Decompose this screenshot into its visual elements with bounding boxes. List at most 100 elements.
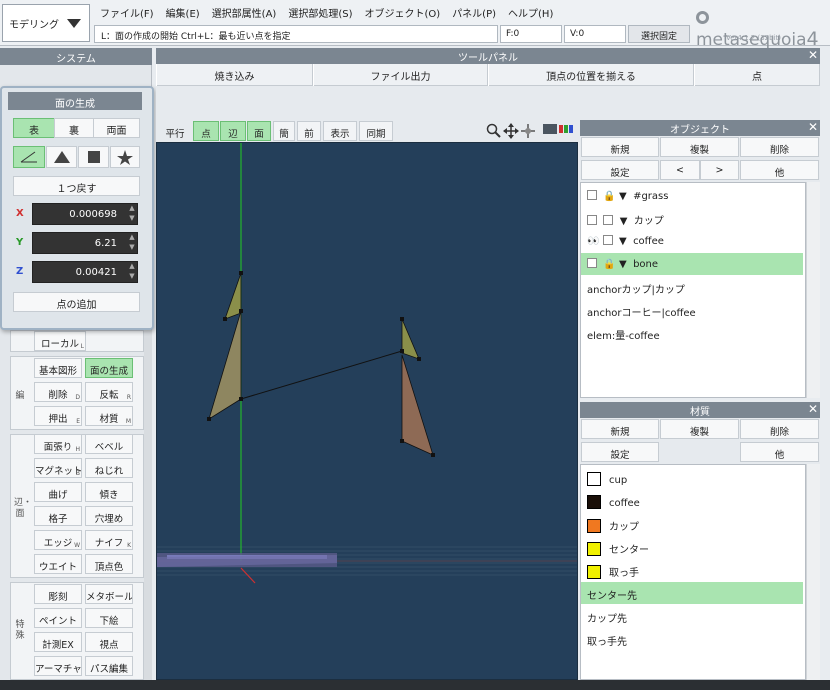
material-row[interactable]: 取っ手 <box>581 559 803 581</box>
flip-tool-button[interactable]: 反転 R <box>85 382 133 402</box>
pan-icon[interactable] <box>503 123 519 142</box>
menu-edit[interactable]: 編集(E) <box>160 3 206 21</box>
object-duplicate-button[interactable]: 複製 <box>660 137 739 157</box>
object-delete-button[interactable]: 削除 <box>740 137 819 157</box>
select-face-button[interactable]: 面 <box>247 121 271 141</box>
close-icon[interactable]: ✕ <box>808 402 818 416</box>
object-next-button[interactable]: > <box>700 160 739 180</box>
knife-tool-button[interactable]: ナイフ K <box>85 530 133 550</box>
tab-back[interactable]: 裏 <box>54 118 94 138</box>
fix-selection-button[interactable]: 選択固定 <box>628 25 690 43</box>
select-point-button[interactable]: 点 <box>193 121 219 141</box>
delete-tool-button[interactable]: 削除 D <box>34 382 82 402</box>
object-row[interactable]: anchorコーヒー|coffee <box>581 299 803 321</box>
edge-tool-button[interactable]: エッジ W <box>34 530 82 550</box>
spin-up-icon[interactable]: ▲ <box>126 233 138 243</box>
primitive-tool-button[interactable]: 基本図形 <box>34 358 82 378</box>
face-gen-tool-button[interactable]: 面の生成 <box>85 358 133 378</box>
object-row[interactable]: 🔒 ▼ #grass <box>581 185 803 207</box>
eye-icon[interactable]: 👀 <box>587 236 599 247</box>
object-prev-button[interactable]: < <box>660 160 700 180</box>
material-tool-button[interactable]: 材質 M <box>85 406 133 426</box>
3d-viewport[interactable] <box>156 142 578 680</box>
bake-button[interactable]: 焼き込み <box>156 64 313 86</box>
parallel-button[interactable]: 平行 <box>160 121 190 141</box>
menu-attribute[interactable]: 選択部属性(A) <box>206 3 283 21</box>
bend-tool-button[interactable]: 曲げ <box>34 482 82 502</box>
spin-down-icon[interactable]: ▼ <box>126 214 138 224</box>
material-other-button[interactable]: 他 <box>740 442 819 462</box>
lock-icon[interactable]: 🔒 <box>603 259 615 270</box>
lock-checkbox[interactable] <box>603 215 614 225</box>
magnet-tool-button[interactable]: マグネット B <box>34 458 82 478</box>
display-button[interactable]: 表示 <box>323 121 357 141</box>
menu-selection[interactable]: 選択部処理(S) <box>282 3 358 21</box>
material-list-scrollbar[interactable] <box>806 464 820 680</box>
zoom-icon[interactable] <box>486 123 502 142</box>
expand-arrow-icon[interactable]: ▼ <box>619 259 627 270</box>
front-button[interactable]: 前 <box>297 121 321 141</box>
object-row[interactable]: ▼ カップ <box>581 207 803 229</box>
shape-star-button[interactable] <box>110 146 140 168</box>
material-row[interactable]: カップ先 <box>581 605 803 627</box>
spin-up-icon[interactable]: ▲ <box>126 204 138 214</box>
shape-line-button[interactable] <box>13 146 45 168</box>
material-new-button[interactable]: 新規 <box>581 419 659 439</box>
armature-tool-button[interactable]: アーマチャー <box>34 656 82 676</box>
point-button[interactable]: 点 <box>694 64 820 86</box>
spin-down-icon[interactable]: ▼ <box>126 243 138 253</box>
surface-tool-button[interactable]: 面張り H <box>34 434 82 454</box>
object-row-selected[interactable]: 🔒 ▼ bone <box>581 253 803 275</box>
tilt-tool-button[interactable]: 傾き <box>85 482 133 502</box>
object-other-button[interactable]: 他 <box>740 160 819 180</box>
weight-tool-button[interactable]: ウエイト <box>34 554 82 574</box>
object-row[interactable]: elem:量-coffee <box>581 322 803 344</box>
y-value-field[interactable]: 6.21 <box>32 232 138 254</box>
left-scrollbar[interactable] <box>144 330 152 680</box>
material-duplicate-button[interactable]: 複製 <box>660 419 739 439</box>
viewpoint-tool-button[interactable]: 視点 <box>85 632 133 652</box>
align-vertices-button[interactable]: 頂点の位置を揃える <box>488 64 694 86</box>
lattice-tool-button[interactable]: 格子 <box>34 506 82 526</box>
object-row[interactable]: anchorカップ|カップ <box>581 276 803 298</box>
add-point-button[interactable]: 点の追加 <box>13 292 140 312</box>
sync-button[interactable]: 同期 <box>359 121 393 141</box>
sculpt-tool-button[interactable]: 彫刻 <box>34 584 82 604</box>
tab-front[interactable]: 表 <box>13 118 55 138</box>
x-value-field[interactable]: 0.000698 <box>32 203 138 225</box>
mode-select[interactable]: モデリング <box>2 4 90 42</box>
expand-arrow-icon[interactable]: ▼ <box>620 216 628 227</box>
extrude-tool-button[interactable]: 押出 E <box>34 406 82 426</box>
z-value-field[interactable]: 0.00421 <box>32 261 138 283</box>
metaball-tool-button[interactable]: メタボール <box>85 584 133 604</box>
menu-object[interactable]: オブジェクト(O) <box>359 3 447 21</box>
visibility-checkbox[interactable] <box>587 190 597 200</box>
file-output-button[interactable]: ファイル出力 <box>313 64 488 86</box>
material-row[interactable]: cup <box>581 467 803 489</box>
visibility-checkbox[interactable] <box>587 258 597 268</box>
undo-one-button[interactable]: １つ戻す <box>13 176 140 196</box>
lock-icon[interactable]: 🔒 <box>603 191 615 202</box>
expand-arrow-icon[interactable]: ▼ <box>619 191 627 202</box>
menu-file[interactable]: ファイル(F) <box>94 3 160 21</box>
close-icon[interactable]: ✕ <box>808 48 818 62</box>
tab-both[interactable]: 両面 <box>93 118 140 138</box>
close-icon[interactable]: ✕ <box>808 120 818 134</box>
screen-layout-icon[interactable] <box>543 124 575 139</box>
material-row[interactable]: カップ <box>581 513 803 535</box>
lock-checkbox[interactable] <box>602 235 613 245</box>
vertex-color-tool-button[interactable]: 頂点色 <box>85 554 133 574</box>
fill-hole-tool-button[interactable]: 穴埋め <box>85 506 133 526</box>
material-row[interactable]: 取っ手先 <box>581 628 803 650</box>
simple-button[interactable]: 簡 <box>273 121 295 141</box>
rotate-icon[interactable] <box>520 123 536 142</box>
twist-tool-button[interactable]: ねじれ <box>85 458 133 478</box>
local-button[interactable]: ローカル L <box>34 331 86 351</box>
menu-panel[interactable]: パネル(P) <box>446 3 502 21</box>
underlay-tool-button[interactable]: 下絵 <box>85 608 133 628</box>
spin-down-icon[interactable]: ▼ <box>126 272 138 282</box>
material-row[interactable]: coffee <box>581 490 803 512</box>
material-row[interactable]: センター <box>581 536 803 558</box>
material-row-selected[interactable]: センター先 <box>581 582 803 604</box>
object-row[interactable]: 👀 ▼ coffee <box>581 230 803 252</box>
